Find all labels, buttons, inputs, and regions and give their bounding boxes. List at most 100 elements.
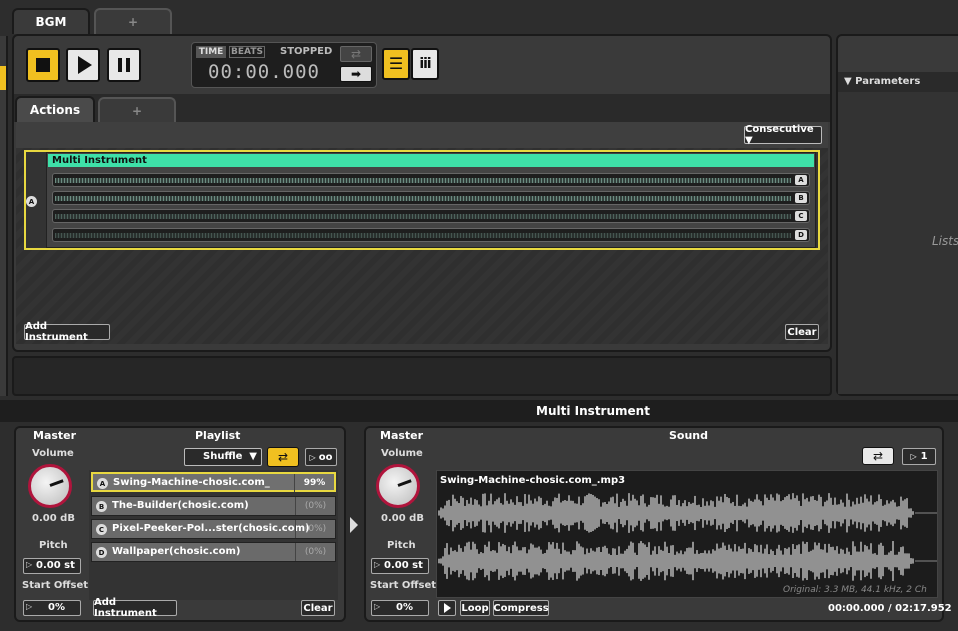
row-label-a: A (26, 196, 37, 207)
right-pitch-value: 0.00 st (384, 560, 423, 571)
item-letter: D (96, 547, 107, 558)
left-edge-strip (0, 36, 8, 396)
list-icon: ☰ (388, 54, 404, 73)
shuffle-select[interactable]: Shuffle ▼ (184, 448, 262, 466)
item-percent: (0%) (295, 520, 335, 538)
empty-bar (12, 356, 832, 396)
mode-select[interactable]: Consecutive ▼ (744, 124, 822, 146)
transport-status: STOPPED (280, 46, 333, 57)
track-waveform (55, 196, 791, 201)
playlist-repeat-button[interactable]: ⇄ (267, 447, 299, 467)
left-offset-stepper[interactable]: ▷ 0% (23, 600, 81, 616)
repeat-icon: ⇄ (872, 449, 884, 463)
sound-repeat-count[interactable]: ▷ 1 (902, 448, 936, 465)
tab-actions[interactable]: Actions (15, 96, 95, 122)
track-row-d[interactable]: D (52, 228, 810, 242)
track-letter: A (795, 175, 807, 185)
play-small-icon: ▷ (910, 452, 917, 461)
track-row-b[interactable]: B (52, 191, 810, 205)
playlist-label: Playlist (195, 429, 241, 442)
columns-icon: ⅲ (419, 56, 431, 72)
sound-play-button[interactable] (438, 600, 456, 616)
loop-toggle-button[interactable]: ⇄ (340, 46, 372, 62)
tab-bgm[interactable]: BGM (12, 8, 90, 34)
play-icon (443, 603, 451, 613)
left-master-label: Master (33, 429, 77, 442)
left-pitch-stepper[interactable]: ▷ 0.00 st (23, 558, 81, 574)
right-pitch-label: Pitch (387, 540, 416, 551)
play-small-icon: ▷ (374, 602, 381, 611)
item-name: Wallpaper(chosic.com) (112, 546, 241, 557)
section-title: Multi Instrument (536, 404, 650, 418)
sound-position: 00:00.000 / 02:17.952 (828, 603, 952, 614)
play-button[interactable] (66, 48, 100, 82)
left-offset-value: 0% (48, 602, 65, 613)
actions-canvas-top (16, 122, 828, 148)
time-mode-button[interactable]: TIME (196, 46, 226, 58)
playlist-item-d[interactable]: D Wallpaper(chosic.com) (0%) (91, 542, 336, 562)
item-letter: B (96, 501, 107, 512)
right-master-label: Master (380, 429, 424, 442)
playlist-item-a[interactable]: A Swing-Machine-chosic.com_ 99% (91, 472, 336, 492)
track-letter: D (795, 230, 807, 240)
sound-repeat-button[interactable]: ⇄ (862, 447, 894, 465)
left-offset-label: Start Offset (22, 580, 89, 591)
stop-button[interactable] (26, 48, 60, 82)
item-letter: A (97, 478, 108, 489)
clear-instruments-button[interactable]: Clear (785, 324, 819, 340)
item-percent: 99% (294, 474, 334, 492)
repeat-icon: ⇄ (277, 450, 289, 464)
item-name: The-Builder(chosic.com) (112, 500, 249, 511)
left-edge-highlight (0, 66, 6, 90)
play-small-icon: ▷ (26, 602, 33, 611)
item-percent: (0%) (295, 497, 335, 515)
repeat-icon: ⇄ (350, 47, 362, 61)
time-readout: 00:00.000 (208, 61, 320, 83)
right-volume-knob[interactable] (376, 464, 420, 508)
continue-button[interactable]: ➡ (340, 66, 372, 82)
left-pitch-value: 0.00 st (36, 560, 75, 571)
pause-button[interactable] (107, 48, 141, 82)
instrument-header[interactable]: Multi Instrument (48, 154, 814, 167)
right-volume-value: 0.00 dB (381, 513, 424, 524)
compress-button[interactable]: Compress (493, 600, 549, 616)
track-letter: B (795, 193, 807, 203)
shuffle-value: Shuffle (203, 451, 243, 462)
sound-label: Sound (669, 429, 709, 442)
add-action-tab-button[interactable]: + (98, 97, 176, 122)
right-offset-stepper[interactable]: ▷ 0% (371, 600, 429, 616)
expand-arrow-icon[interactable] (350, 517, 358, 533)
loop-count-value: oo (318, 451, 333, 463)
left-volume-knob[interactable] (28, 464, 72, 508)
waveform-svg (438, 493, 937, 581)
parameters-hint: Lists (932, 234, 958, 248)
playlist-item-b[interactable]: B The-Builder(chosic.com) (0%) (91, 496, 336, 516)
right-offset-value: 0% (396, 602, 413, 613)
beats-mode-button[interactable]: BEATS (229, 46, 265, 58)
track-letter: C (795, 211, 807, 221)
add-instrument-button[interactable]: Add Instrument (24, 321, 110, 343)
chevron-down-icon: ▼ (249, 451, 257, 462)
parameters-header[interactable]: ▼ Parameters (838, 72, 958, 92)
track-waveform (55, 233, 791, 238)
playlist-add-instrument-button[interactable]: Add Instrument (93, 597, 177, 619)
waveform-view[interactable]: Swing-Machine-chosic.com_.mp3 Original: … (436, 470, 938, 598)
right-volume-label: Volume (381, 448, 423, 459)
playlist-loop-count[interactable]: ▷ oo (305, 448, 337, 466)
pause-icon (118, 58, 130, 72)
play-icon (77, 56, 92, 74)
list-view-button[interactable]: ☰ (382, 48, 410, 80)
right-pitch-stepper[interactable]: ▷ 0.00 st (371, 558, 429, 574)
column-view-button[interactable]: ⅲ (411, 48, 439, 80)
track-row-a[interactable]: A (52, 173, 810, 187)
item-name: Pixel-Peeker-Pol...ster(chosic.com) (112, 523, 310, 534)
item-name: Swing-Machine-chosic.com_ (113, 477, 270, 488)
add-tab-button[interactable]: + (94, 8, 172, 34)
file-info: Original: 3.3 MB, 44.1 kHz, 2 Ch (783, 585, 927, 595)
playlist-item-c[interactable]: C Pixel-Peeker-Pol...ster(chosic.com) (0%) (91, 519, 336, 539)
track-row-c[interactable]: C (52, 209, 810, 223)
loop-button[interactable]: Loop (460, 600, 490, 616)
playlist-clear-button[interactable]: Clear (301, 600, 335, 616)
item-letter: C (96, 524, 107, 535)
item-percent: (0%) (295, 543, 335, 561)
